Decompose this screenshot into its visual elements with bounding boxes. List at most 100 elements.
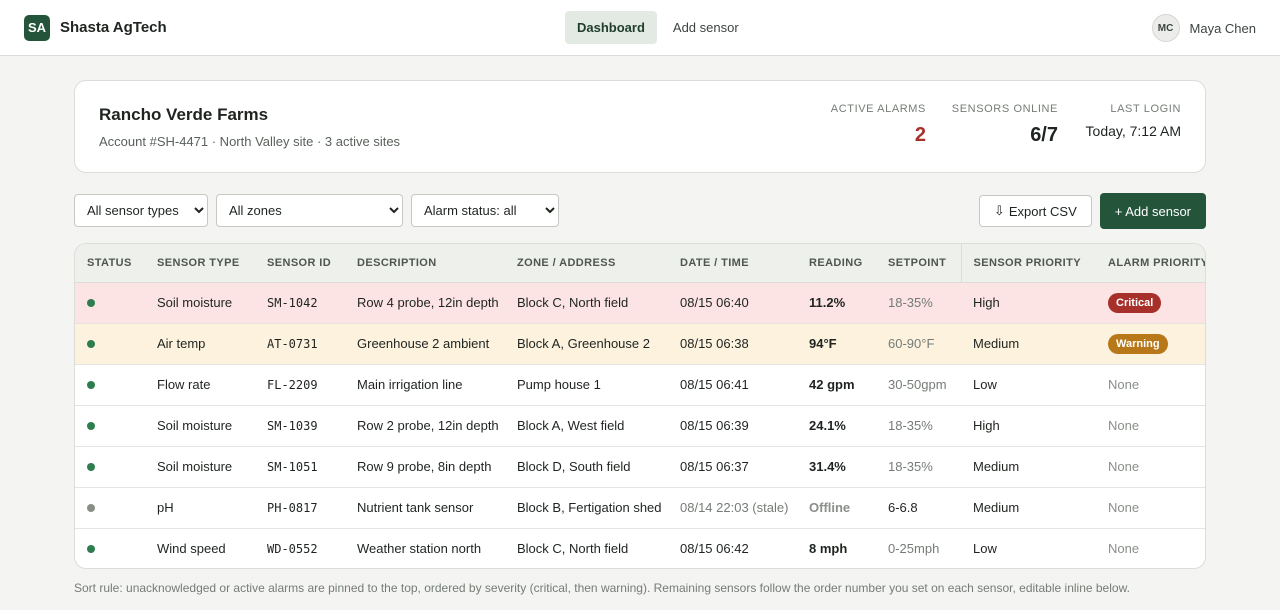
- setpoint-cell: 60-90°F: [888, 336, 935, 351]
- user-name: Maya Chen: [1189, 20, 1256, 36]
- sensor-type-cell: Wind speed: [157, 541, 226, 557]
- sensor-type-cell: Soil moisture: [157, 295, 233, 310]
- datetime-cell: 08/15 06:40: [680, 295, 749, 310]
- add-sensor-button[interactable]: + Add sensor: [1099, 193, 1206, 229]
- zone-cell: Block C, North field: [517, 295, 629, 310]
- reading-cell: 8 mph: [809, 541, 848, 557]
- alarm-priority-cell: None: [1096, 364, 1205, 405]
- stat-active-alarms: ACTIVE ALARMS 2: [831, 103, 926, 147]
- nav-add-sensor[interactable]: Add sensor: [661, 11, 751, 44]
- column-header-zone[interactable]: ZONE / ADDRESS: [505, 244, 668, 283]
- status-cell: [75, 487, 145, 528]
- status-dot-icon: [87, 504, 95, 512]
- sensor-id-cell[interactable]: SM-1039: [255, 405, 345, 446]
- column-header-sensor-type[interactable]: SENSOR TYPE: [145, 244, 255, 283]
- column-header-alarm-priority[interactable]: ALARM PRIORITY: [1096, 244, 1205, 283]
- alarm-priority-cell: None: [1096, 528, 1205, 568]
- sensor-priority-cell[interactable]: Low: [961, 528, 1096, 568]
- sensor-id-cell[interactable]: PH-0817: [255, 487, 345, 528]
- alarm-priority-cell: None: [1096, 405, 1205, 446]
- setpoint-cell: 30-50gpm: [888, 377, 947, 392]
- user-menu[interactable]: MC Maya Chen: [1151, 14, 1256, 42]
- brand[interactable]: SA Shasta AgTech: [24, 14, 167, 41]
- table-row[interactable]: pH PH-0817 Nutrient tank sensor Block B, Fe…: [75, 487, 1205, 528]
- column-header-setpoint[interactable]: SETPOINT: [876, 244, 961, 283]
- alarm-status-filter[interactable]: Alarm status: all: [411, 194, 559, 227]
- setpoint-cell: 6-6.8: [888, 500, 918, 515]
- status-dot-icon: [87, 545, 95, 554]
- description-cell: Greenhouse 2 ambient: [357, 336, 490, 351]
- table-actions: ⇩ Export CSV + Add sensor: [978, 193, 1206, 229]
- table-row[interactable]: Flow rate FL-2209 Main irrigation line Pump…: [75, 364, 1205, 405]
- zone-filter[interactable]: All zones: [216, 194, 403, 227]
- stat-label: ACTIVE ALARMS: [830, 103, 926, 115]
- sort-rule-note: Sort rule: unacknowledged or active alar…: [74, 581, 1130, 595]
- sensor-priority-cell[interactable]: High: [961, 405, 1096, 446]
- column-header-description[interactable]: DESCRIPTION: [345, 244, 505, 283]
- sensor-priority-cell[interactable]: Low: [961, 364, 1096, 405]
- zone-cell: Block A, Greenhouse 2: [517, 336, 650, 351]
- table-row[interactable]: Soil moisture SM-1042 Row 4 probe, 12in de…: [75, 282, 1205, 323]
- column-header-sensor-id[interactable]: SENSOR ID: [255, 244, 345, 283]
- top-navigation-bar: SA Shasta AgTech Dashboard Add sensor MC…: [0, 0, 1280, 56]
- table-body: Soil moisture SM-1042 Row 4 probe, 12in de…: [75, 282, 1205, 568]
- download-icon: ⇩: [993, 203, 1005, 218]
- description-cell: Row 4 probe, 12in depth: [357, 295, 499, 310]
- reading-cell: 31.4%: [809, 459, 846, 474]
- sensor-id-cell[interactable]: SM-1042: [255, 282, 345, 323]
- table-row[interactable]: Wind speed WD-0552 Weather station north Bl…: [75, 528, 1205, 568]
- stat-value: 2: [914, 124, 926, 146]
- nav-dashboard[interactable]: Dashboard: [565, 11, 657, 44]
- alarm-priority: None: [1108, 541, 1140, 557]
- setpoint-cell: 18-35%: [888, 295, 933, 310]
- column-header-status[interactable]: STATUS: [75, 244, 145, 283]
- sensor-type-cell: Soil moisture: [157, 459, 233, 474]
- zone-cell: Block C, North field: [517, 541, 629, 557]
- setpoint-cell: 0-25mph: [888, 541, 940, 557]
- alarm-priority: None: [1108, 377, 1140, 392]
- status-cell: [75, 405, 145, 446]
- stat-value: 6/7: [1030, 124, 1058, 146]
- zone-cell: Block B, Fertigation shed: [517, 500, 662, 515]
- sensor-type-filter[interactable]: All sensor types: [74, 194, 208, 227]
- description-cell: Row 9 probe, 8in depth: [357, 459, 492, 474]
- sensor-priority-cell[interactable]: Medium: [961, 446, 1096, 487]
- datetime-cell: 08/14 22:03 (stale): [680, 500, 789, 515]
- sensor-type-cell: Air temp: [157, 336, 206, 351]
- stat-last-login: LAST LOGIN Today, 7:12 AM: [1086, 103, 1181, 139]
- sensor-type-cell: pH: [157, 500, 174, 515]
- sensor-id-cell[interactable]: SM-1051: [255, 446, 345, 487]
- reading-cell: 11.2%: [809, 295, 846, 310]
- status-cell: [75, 528, 145, 568]
- alarm-priority-cell: None: [1096, 446, 1205, 487]
- alarm-priority-badge: Critical: [1108, 292, 1162, 313]
- alarm-priority: None: [1108, 418, 1140, 433]
- alarm-priority: None: [1108, 500, 1140, 515]
- description-cell: Row 2 probe, 12in depth: [357, 418, 499, 433]
- table-row[interactable]: Soil moisture SM-1051 Row 9 probe, 8in dep…: [75, 446, 1205, 487]
- stat-sensors-online: SENSORS ONLINE 6/7: [952, 103, 1058, 147]
- column-header-sensor-priority[interactable]: SENSOR PRIORITY: [960, 244, 1096, 283]
- sensor-id-cell[interactable]: FL-2209: [255, 364, 345, 405]
- table-row[interactable]: Air temp AT-0731 Greenhouse 2 ambient Block…: [75, 323, 1205, 364]
- sensor-priority-cell[interactable]: Medium: [961, 323, 1096, 364]
- sensor-priority-cell[interactable]: High: [961, 282, 1096, 323]
- zone-cell: Block D, South field: [517, 459, 631, 474]
- account-meta: Account #SH-4471 · North Valley site · 3…: [99, 134, 401, 149]
- sensor-id-cell[interactable]: AT-0731: [255, 323, 345, 364]
- description-cell: Weather station north: [357, 541, 482, 557]
- stat-label: LAST LOGIN: [1110, 103, 1181, 115]
- avatar[interactable]: MC: [1151, 14, 1180, 42]
- column-header-datetime[interactable]: DATE / TIME: [668, 244, 797, 283]
- app-name: Shasta AgTech: [60, 19, 167, 36]
- sensor-priority-cell[interactable]: Medium: [961, 487, 1096, 528]
- status-cell: [75, 323, 145, 364]
- table-row[interactable]: Soil moisture SM-1039 Row 2 probe, 12in de…: [75, 405, 1205, 446]
- export-csv-label: Export CSV: [1008, 203, 1077, 219]
- column-header-reading[interactable]: READING: [797, 244, 876, 283]
- sensor-id-cell[interactable]: WD-0552: [255, 528, 345, 568]
- account-name: Rancho Verde Farms: [99, 105, 269, 124]
- export-csv-button[interactable]: ⇩ Export CSV: [978, 195, 1092, 227]
- alarm-priority-cell: Critical: [1096, 282, 1205, 323]
- datetime-cell: 08/15 06:41: [680, 377, 749, 392]
